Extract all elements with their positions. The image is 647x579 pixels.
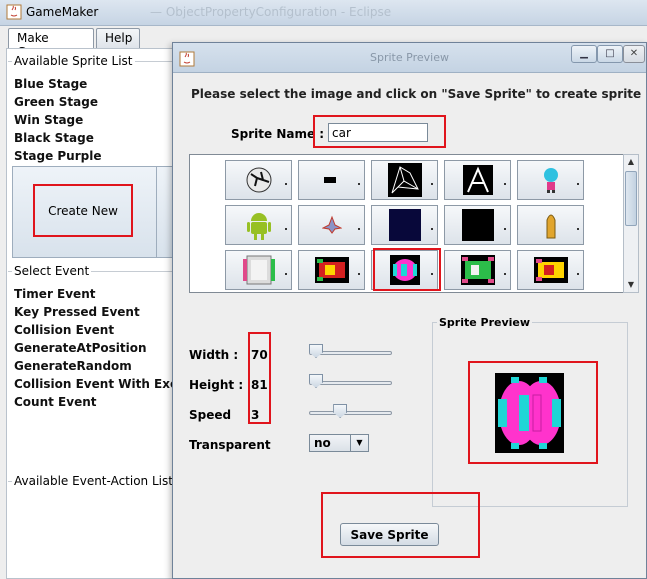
transparent-select[interactable]: no ▼ [309, 434, 369, 452]
scroll-down-icon[interactable]: ▼ [624, 278, 638, 292]
create-new-button[interactable]: Create New [33, 184, 133, 237]
yellow-car-icon [533, 257, 568, 283]
width-label: Width : [189, 348, 239, 362]
transparent-select-value: no [314, 436, 331, 450]
height-slider-thumb[interactable] [309, 374, 323, 388]
maximize-button[interactable]: □ [597, 45, 623, 63]
event-list-title: Select Event [12, 264, 92, 278]
close-icon: ✕ [629, 48, 639, 59]
image-tile-paddle[interactable] [298, 160, 365, 200]
speed-slider-thumb[interactable] [333, 404, 348, 418]
image-grid-scrollbar[interactable]: ▲ ▼ [623, 154, 639, 293]
image-tile-blue-square[interactable] [371, 205, 438, 245]
event-list-item[interactable]: Collision Event [14, 323, 114, 337]
green-car-icon [460, 255, 495, 285]
image-tile-red-car[interactable] [298, 250, 365, 290]
letter-a-icon [462, 165, 493, 195]
scroll-up-icon[interactable]: ▲ [624, 155, 638, 169]
ball-icon [246, 167, 271, 193]
sprite-list-item[interactable]: Stage Purple [14, 149, 101, 163]
sprite-list-item[interactable]: Green Stage [14, 95, 98, 109]
background-window-title: — ObjectPropertyConfiguration - Eclipse [150, 5, 392, 19]
main-window-title: GameMaker [26, 5, 99, 19]
event-list-item[interactable]: GenerateAtPosition [14, 341, 147, 355]
sprite-list-item[interactable]: Blue Stage [14, 77, 87, 91]
paddle-icon [323, 177, 336, 183]
tab-help[interactable]: Help [96, 28, 140, 48]
event-action-list-title: Available Event-Action List [12, 474, 175, 488]
bullet-icon [546, 214, 555, 239]
preview-highlight-box [468, 361, 598, 464]
image-tile-ball[interactable] [225, 160, 292, 200]
dialog-title-bar[interactable]: Sprite Preview ▁ □ ✕ [173, 43, 646, 73]
sprite-list-item[interactable]: Win Stage [14, 113, 83, 127]
image-tile-black-square[interactable] [444, 205, 511, 245]
transparent-label: Transparent [189, 438, 271, 452]
image-tile-robot-car[interactable] [225, 250, 292, 290]
java-app-icon [6, 4, 22, 20]
event-list-item[interactable]: Count Event [14, 395, 97, 409]
sprite-preview-title: Sprite Preview [437, 316, 533, 329]
sprite-list-item[interactable]: Black Stage [14, 131, 94, 145]
event-list-item[interactable]: Key Pressed Event [14, 305, 140, 319]
sprite-list-title: Available Sprite List [12, 54, 135, 68]
android-icon [246, 213, 271, 240]
spaceship-icon [321, 215, 342, 234]
image-tile-bullet[interactable] [517, 205, 584, 245]
image-tile-letter-a[interactable] [444, 160, 511, 200]
black-square-icon [461, 209, 494, 241]
image-tile-spider-web[interactable] [371, 160, 438, 200]
event-list-item[interactable]: Timer Event [14, 287, 95, 301]
speed-label: Speed [189, 408, 232, 422]
image-tile-android[interactable] [225, 205, 292, 245]
width-slider-thumb[interactable] [309, 344, 323, 358]
selected-image-highlight [373, 248, 441, 291]
minimize-icon: ▁ [580, 48, 588, 59]
robot-car-icon [242, 255, 275, 285]
image-tile-green-car[interactable] [444, 250, 511, 290]
chevron-down-icon[interactable]: ▼ [350, 435, 368, 451]
tab-make-game[interactable]: Make Game [8, 28, 94, 59]
values-highlight-box [248, 332, 271, 424]
main-title-bar: GameMaker — ObjectPropertyConfiguration … [0, 0, 647, 26]
save-sprite-button[interactable]: Save Sprite [340, 523, 439, 546]
event-list-item[interactable]: GenerateRandom [14, 359, 132, 373]
character-icon [543, 168, 558, 193]
height-label: Height : [189, 378, 244, 392]
close-button[interactable]: ✕ [623, 45, 645, 63]
red-car-icon [314, 257, 349, 283]
image-tile-yellow-car[interactable] [517, 250, 584, 290]
sprite-name-label: Sprite Name : [231, 127, 325, 141]
image-tile-character[interactable] [517, 160, 584, 200]
sprite-dialog: Sprite Preview ▁ □ ✕ Please select the i… [172, 42, 647, 579]
minimize-button[interactable]: ▁ [571, 45, 597, 63]
speed-slider[interactable] [309, 411, 392, 415]
name-highlight-box [313, 115, 446, 148]
image-tile-spaceship[interactable] [298, 205, 365, 245]
maximize-icon: □ [605, 48, 615, 59]
scroll-thumb[interactable] [625, 171, 637, 226]
instruction-text: Please select the image and click on "Sa… [191, 87, 642, 101]
spider-web-icon [387, 163, 422, 197]
blue-square-icon [388, 209, 421, 241]
